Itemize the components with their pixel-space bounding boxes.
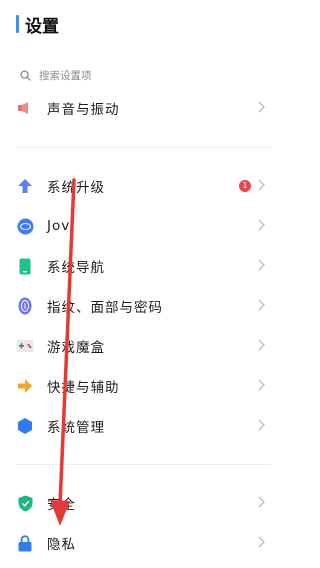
settings-item-label: 系统升级 [47,180,105,196]
search-icon [20,69,31,81]
shield-icon [16,494,34,512]
chevron-right-icon [258,419,265,431]
section-divider [16,147,271,148]
shortcut-arrow-icon [16,377,34,395]
search-placeholder: 搜索设置项 [39,69,92,82]
search-input[interactable]: 搜索设置项 [14,62,273,88]
settings-item-label: 安全 [47,497,76,513]
title-accent-bar [16,15,19,33]
settings-item-sound[interactable]: 声音与振动 [0,88,287,128]
settings-item-security[interactable]: 安全 [0,483,287,523]
hexagon-icon [16,417,34,435]
fingerprint-icon [16,297,34,315]
upgrade-arrow-icon [16,177,34,195]
settings-item-label: Jovi [47,218,75,234]
jovi-icon [16,217,34,235]
settings-item-label: 系统导航 [47,260,105,276]
chevron-right-icon [258,339,265,351]
settings-item-fingerprint-face-password[interactable]: 指纹、面部与密码 [0,286,287,326]
chevron-right-icon [258,299,265,311]
settings-item-label: 游戏魔盒 [47,340,105,356]
notification-badge: 1 [239,180,251,192]
chevron-right-icon [258,259,265,271]
page-header: 设置 [16,12,59,37]
phone-navigation-icon [16,257,34,275]
settings-item-label: 快捷与辅助 [47,380,120,396]
speaker-icon [16,99,34,117]
settings-item-privacy[interactable]: 隐私 [0,523,287,563]
chevron-right-icon [258,101,265,113]
section-divider [16,464,271,465]
chevron-right-icon [258,179,265,191]
settings-item-system-upgrade[interactable]: 系统升级 1 [0,166,287,206]
lock-icon [16,534,34,552]
settings-item-label: 声音与振动 [47,102,120,118]
chevron-right-icon [258,219,265,231]
settings-item-jovi[interactable]: Jovi [0,206,287,246]
settings-item-game-box[interactable]: 游戏魔盒 [0,326,287,366]
settings-item-label: 系统管理 [47,420,105,436]
page-title: 设置 [25,16,59,37]
game-box-icon [16,337,34,355]
settings-item-system-navigation[interactable]: 系统导航 [0,246,287,286]
settings-item-system-management[interactable]: 系统管理 [0,406,287,446]
settings-item-label: 指纹、面部与密码 [47,300,163,316]
chevron-right-icon [258,536,265,548]
settings-item-shortcut-assist[interactable]: 快捷与辅助 [0,366,287,406]
chevron-right-icon [258,496,265,508]
settings-item-label: 隐私 [47,537,76,553]
chevron-right-icon [258,379,265,391]
